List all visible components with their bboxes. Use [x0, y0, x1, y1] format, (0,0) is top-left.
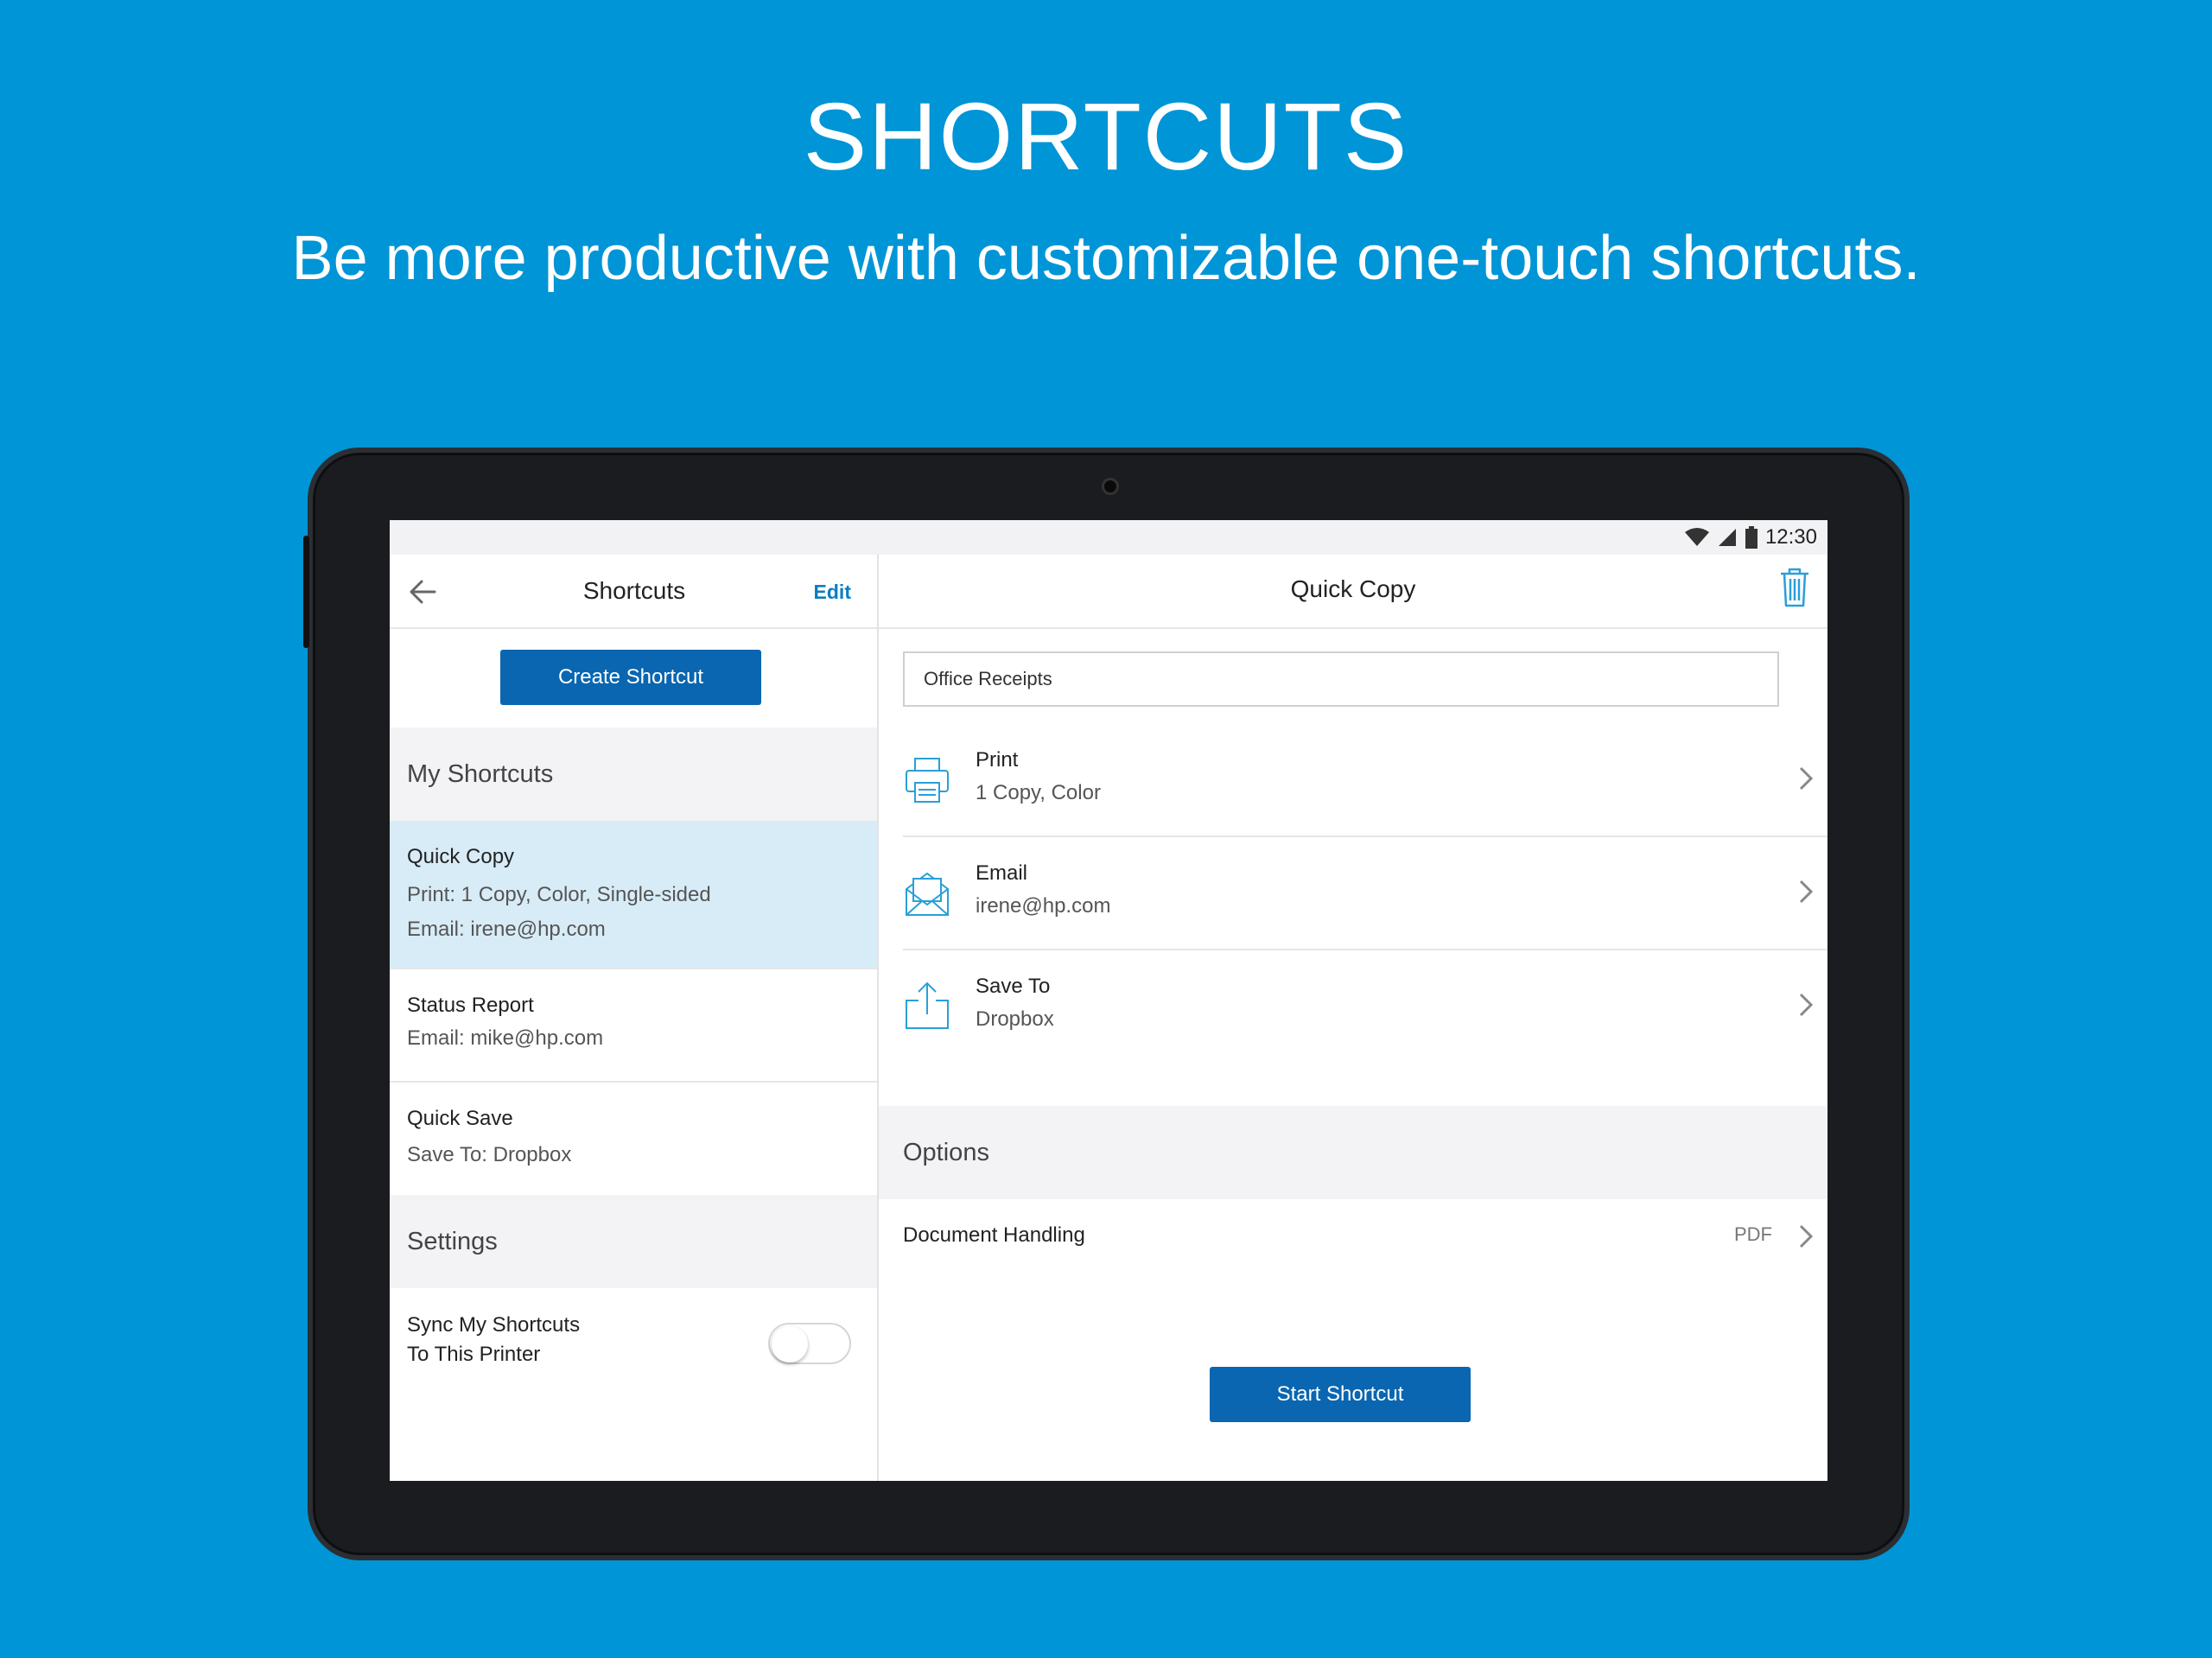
shortcut-detail: Email: mike@hp.com [407, 1026, 604, 1050]
chevron-right-icon [1799, 993, 1814, 1017]
printer-icon [906, 758, 949, 803]
shortcut-title: Quick Copy [1290, 575, 1416, 602]
sync-label-line1: Sync My Shortcuts [407, 1313, 581, 1337]
shortcut-name-field[interactable]: Office Receipts [903, 651, 1779, 707]
hero-subtitle: Be more productive with customizable one… [291, 224, 1921, 293]
shortcut-item-quick-save[interactable]: Quick Save Save To: Dropbox [390, 1083, 877, 1195]
tablet-screen: 12:30 Shortcuts Edit Create Shortcut My … [390, 520, 1827, 1481]
create-shortcut-area: Create Shortcut [390, 629, 877, 727]
action-value: Dropbox [976, 1007, 1054, 1031]
action-row-save-to[interactable]: Save To Dropbox [903, 950, 1827, 1064]
action-name: Save To [976, 975, 1051, 998]
settings-header: Settings [390, 1195, 877, 1288]
create-shortcut-button[interactable]: Create Shortcut [500, 650, 761, 705]
my-shortcuts-header: My Shortcuts [390, 727, 877, 821]
sync-toggle[interactable] [768, 1323, 851, 1364]
chevron-right-icon [1799, 880, 1814, 904]
action-value: 1 Copy, Color [976, 781, 1101, 804]
shortcuts-list-pane: Shortcuts Edit Create Shortcut My Shortc… [390, 555, 879, 1481]
shortcut-detail: Save To: Dropbox [407, 1143, 572, 1166]
left-title: Shortcuts [582, 577, 686, 604]
envelope-icon [906, 872, 949, 916]
share-upload-icon [906, 981, 949, 1029]
chevron-right-icon [1799, 1224, 1814, 1248]
sync-label-line2: To This Printer [407, 1343, 541, 1366]
wifi-icon [1684, 528, 1709, 546]
action-value: irene@hp.com [976, 894, 1111, 918]
sync-shortcuts-row: Sync My Shortcuts To This Printer [390, 1288, 877, 1409]
action-row-print[interactable]: Print 1 Copy, Color [903, 724, 1827, 837]
left-header: Shortcuts Edit [390, 555, 877, 629]
camera-icon [1102, 478, 1119, 495]
trash-icon[interactable] [1777, 567, 1812, 608]
battery-icon [1745, 526, 1758, 549]
action-name: Print [976, 748, 1019, 772]
shortcut-name: Quick Copy [407, 845, 515, 868]
shortcut-name: Status Report [407, 994, 534, 1017]
shortcut-name: Quick Save [407, 1107, 513, 1130]
shortcut-item-quick-copy[interactable]: Quick Copy Print: 1 Copy, Color, Single-… [390, 821, 877, 969]
status-time: 12:30 [1764, 525, 1817, 549]
hero-title: SHORTCUTS [803, 84, 1409, 190]
action-name: Email [976, 861, 1028, 885]
start-shortcut-button[interactable]: Start Shortcut [1210, 1367, 1471, 1422]
status-bar: 12:30 [390, 520, 1827, 555]
document-handling-row[interactable]: Document Handling PDF [903, 1199, 1827, 1272]
options-header: Options [879, 1106, 1827, 1199]
tablet-side-button [303, 536, 309, 648]
signal-icon [1718, 529, 1736, 546]
shortcut-item-status-report[interactable]: Status Report Email: mike@hp.com [390, 969, 877, 1083]
shortcut-detail: Email: irene@hp.com [407, 918, 606, 941]
action-row-email[interactable]: Email irene@hp.com [903, 837, 1827, 950]
sync-label: Sync My Shortcuts To This Printer [407, 1311, 666, 1369]
shortcut-detail: Print: 1 Copy, Color, Single-sided [407, 883, 711, 906]
edit-button[interactable]: Edit [814, 581, 851, 604]
chevron-right-icon [1799, 766, 1814, 791]
toggle-knob [772, 1326, 808, 1363]
document-handling-label: Document Handling [903, 1223, 1085, 1247]
shortcut-detail-pane: Quick Copy Office Receipts Print 1 Copy,… [879, 555, 1827, 1481]
right-header: Quick Copy [879, 555, 1827, 629]
document-handling-value: PDF [1734, 1223, 1772, 1245]
